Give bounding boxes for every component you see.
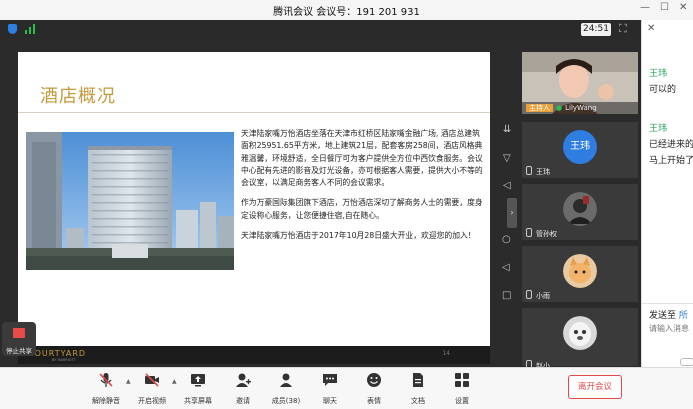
arrow-down-icon[interactable]: ▽ [503,153,511,164]
annotate-down-icon[interactable]: ⇊ [503,124,511,135]
slide-divider [18,112,490,113]
square-icon[interactable]: □ [502,290,511,301]
mic-icon [526,166,532,175]
security-shield-icon[interactable] [8,24,17,34]
slide-paragraph: 天津陆家嘴万怡酒店于2017年10月28日盛大开业，欢迎您的加入！ [241,231,476,241]
participant-name: 王玮 [536,168,550,176]
members-label: 成员(38) [271,397,301,405]
stop-share-label: 停止共享 [6,347,32,355]
chat-message: 已经进来的 [649,140,693,150]
slide-page-number: 14 [442,350,450,357]
triangle-left-outline-icon[interactable]: ◁ [502,262,510,273]
avatar: 王玮 [563,130,597,164]
courtyard-logo-subtitle: BY MARRIOTT [52,358,76,362]
chat-sender: 王玮 [649,69,668,79]
host-badge: 主持人 [526,104,553,112]
settings-grid-icon [455,373,469,387]
chat-message: 可以的 [649,85,677,95]
slide-paragraph: 作为万豪国际集团旗下酒店，万怡酒店深切了解商务人士的需要，度身定设称心服务，让您… [241,198,483,220]
participant-namebar: 主持人 ● LilyWang [522,102,638,114]
participant-name: 管孙权 [536,230,557,238]
documents-button[interactable]: 文档 [398,372,438,405]
share-screen-button[interactable]: 共享屏幕 [178,372,218,405]
video-off-icon [145,373,159,387]
add-user-icon [236,373,251,387]
slide-title: 酒店概况 [40,86,116,107]
close-window-button[interactable]: ✕ [679,2,687,13]
start-video-label: 开启视频 [138,397,166,405]
chat-button[interactable]: 聊天 [310,372,350,405]
participant-tile[interactable]: 王玮 王玮 [522,122,638,178]
network-signal-icon[interactable] [25,24,37,34]
fullscreen-icon[interactable]: ⛶ [619,22,627,36]
settings-button[interactable]: 设置 [442,372,482,405]
collapse-strip-button[interactable]: › [507,198,517,228]
slide-footer: COURTYARD BY MARRIOTT 14 [18,346,490,364]
reactions-button[interactable]: 表情 [354,372,394,405]
participant-tile[interactable]: 赵小 [522,308,638,370]
mic-icon [526,290,532,299]
close-chat-icon[interactable]: ✕ [647,23,655,34]
chat-message: 马上开始了 [649,156,693,166]
circle-icon[interactable]: ○ [502,234,511,245]
chat-label: 聊天 [323,397,337,405]
minimize-button[interactable]: — [640,2,650,13]
reactions-label: 表情 [367,397,381,405]
mic-on-icon: ● [556,104,563,112]
stop-share-icon [13,328,25,338]
mic-icon [526,228,532,237]
smiley-icon [367,373,381,387]
send-to-selector[interactable]: 发送至 所 [649,308,688,321]
video-options-caret-icon[interactable]: ▲ [172,378,177,385]
start-video-button[interactable]: 开启视频 [132,372,172,405]
share-screen-label: 共享屏幕 [184,397,212,405]
shared-slide: 酒店概况 天津陆家嘴万怡酒店坐落在天津市红桥区陆家嘴金融广场, 酒店总建筑面积2… [18,52,490,364]
participant-tile-host[interactable]: 主持人 ● LilyWang [522,52,638,114]
invite-label: 邀请 [236,397,250,405]
mic-muted-icon [99,373,113,387]
leave-meeting-button[interactable]: 离开会议 [568,375,622,399]
maximize-button[interactable]: ☐ [660,2,669,13]
documents-label: 文档 [411,397,425,405]
meeting-info-bar [0,20,641,38]
participant-namebar: 小雨 [522,290,550,302]
document-icon [413,373,423,387]
participant-tile[interactable]: 管孙权 [522,184,638,240]
audio-options-caret-icon[interactable]: ▲ [126,378,131,385]
avatar [563,316,597,350]
members-button[interactable]: 成员(38) [266,372,306,405]
chat-sender: 王玮 [649,124,668,134]
scroll-indicator[interactable] [680,358,693,366]
unmute-label: 解除静音 [92,397,120,405]
hotel-building-photo [26,132,234,270]
share-screen-icon [191,374,205,387]
members-icon [280,373,292,387]
slide-body-text: 天津陆家嘴万怡酒店坐落在天津市红桥区陆家嘴金融广场, 酒店总建筑面积25951.… [241,128,485,250]
avatar [563,192,597,226]
chat-panel: ✕ 王玮 可以的 王玮 已经进来的 马上开始了 发送至 所 [641,20,693,367]
triangle-left-icon[interactable]: ◁ [503,180,511,191]
send-to-target[interactable]: 所 [679,311,688,321]
chat-input[interactable] [649,324,693,333]
participant-name: 小雨 [536,292,550,300]
meeting-timer: 24:51 [581,23,611,36]
slide-paragraph: 天津陆家嘴万怡酒店坐落在天津市红桥区陆家嘴金融广场, 酒店总建筑面积25951.… [241,129,483,188]
courtyard-logo: COURTYARD [28,349,87,358]
settings-label: 设置 [455,397,469,405]
participant-tile[interactable]: 小雨 [522,246,638,302]
unmute-button[interactable]: 解除静音 [86,372,126,405]
chat-icon [323,374,337,386]
participant-namebar: 管孙权 [522,228,557,240]
chat-divider [642,303,693,304]
invite-button[interactable]: 邀请 [223,372,263,405]
stop-share-button[interactable]: 停止共享 [2,322,36,356]
window-title-bar: 腾讯会议 会议号：191 201 931 — ☐ ✕ [0,0,693,21]
participant-name: LilyWang [565,104,597,112]
participant-namebar: 王玮 [522,166,550,178]
window-title: 腾讯会议 会议号：191 201 931 [273,7,420,18]
avatar [563,254,597,288]
